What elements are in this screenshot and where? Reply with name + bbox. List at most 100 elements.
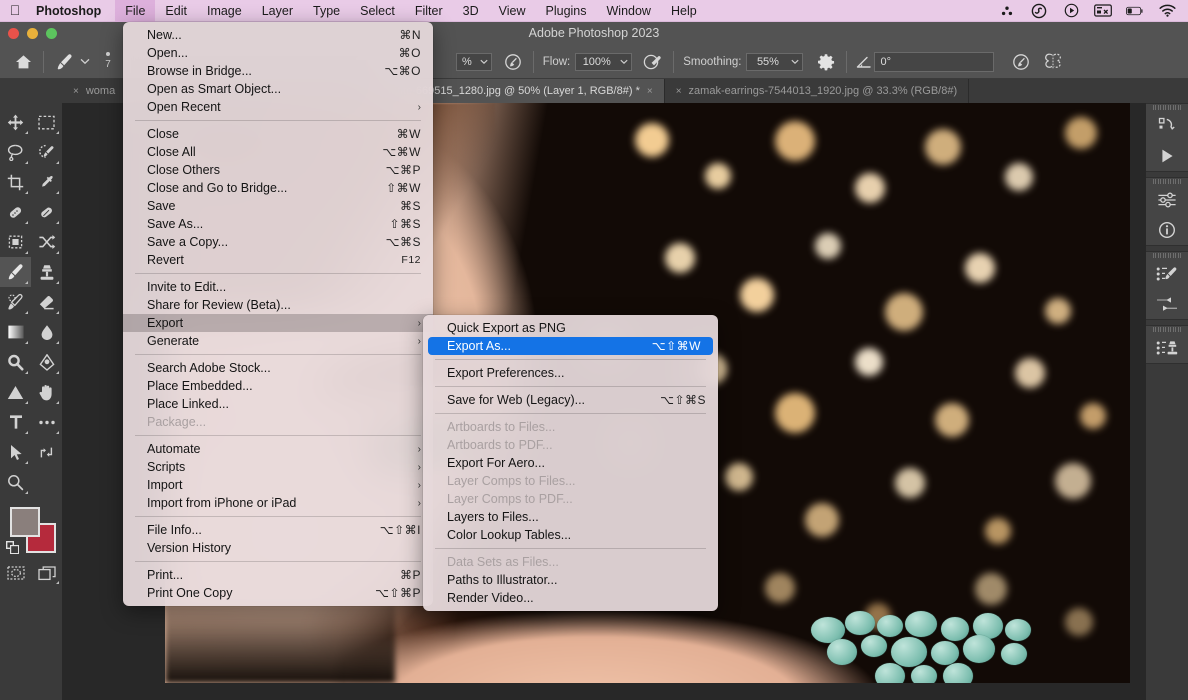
maximize-button[interactable] bbox=[46, 28, 57, 39]
menu-file[interactable]: File bbox=[115, 0, 156, 22]
menu-layer[interactable]: Layer bbox=[252, 0, 303, 22]
menu-item-paths-to-illustrator[interactable]: Paths to Illustrator... bbox=[423, 571, 718, 589]
close-icon[interactable]: × bbox=[676, 86, 682, 97]
menu-item-save-as[interactable]: Save As... ⇧⌘S bbox=[123, 215, 433, 233]
menu-item-export[interactable]: Export › bbox=[123, 314, 433, 332]
pen-tool[interactable] bbox=[31, 347, 62, 377]
menu-item-browse-in-bridge[interactable]: Browse in Bridge... ⌥⌘O bbox=[123, 62, 433, 80]
frame-tool[interactable] bbox=[0, 227, 31, 257]
menu-item-share-for-review[interactable]: Share for Review (Beta)... bbox=[123, 296, 433, 314]
opacity-value[interactable]: % bbox=[456, 52, 477, 71]
menu-item-open-as-smart-object[interactable]: Open as Smart Object... bbox=[123, 80, 433, 98]
menu-item-export-as[interactable]: Export As... ⌥⇧⌘W bbox=[428, 337, 713, 355]
crop-tool[interactable] bbox=[0, 167, 31, 197]
menu-item-file-info[interactable]: File Info... ⌥⇧⌘I bbox=[123, 521, 433, 539]
panel-grip[interactable] bbox=[1146, 178, 1188, 185]
brush-tool-icon[interactable] bbox=[51, 50, 77, 74]
eyedropper-tool[interactable] bbox=[31, 167, 62, 197]
menu-item-save-for-web-legacy[interactable]: Save for Web (Legacy)... ⌥⇧⌘S bbox=[423, 391, 718, 409]
history-brush-tool[interactable] bbox=[0, 287, 31, 317]
eraser-tool[interactable] bbox=[31, 287, 62, 317]
foreground-color-swatch[interactable] bbox=[10, 507, 40, 537]
path-selection-tool[interactable] bbox=[0, 437, 31, 467]
menu-item-print-one-copy[interactable]: Print One Copy ⌥⇧⌘P bbox=[123, 584, 433, 602]
clone-stamp-tool[interactable] bbox=[31, 257, 62, 287]
menu-type[interactable]: Type bbox=[303, 0, 350, 22]
zoom-tool[interactable] bbox=[0, 467, 31, 497]
brush-presets-icon[interactable] bbox=[1146, 289, 1188, 319]
symmetry-butterfly-icon[interactable] bbox=[1040, 50, 1066, 74]
spot-healing-brush-tool[interactable] bbox=[0, 197, 31, 227]
menu-help[interactable]: Help bbox=[661, 0, 707, 22]
pressure-opacity-icon[interactable] bbox=[500, 50, 526, 74]
menu-item-layers-to-files[interactable]: Layers to Files... bbox=[423, 508, 718, 526]
move-tool[interactable] bbox=[0, 107, 31, 137]
menu-item-search-adobe-stock[interactable]: Search Adobe Stock... bbox=[123, 359, 433, 377]
menu-item-generate[interactable]: Generate › bbox=[123, 332, 433, 350]
default-colors-icon[interactable] bbox=[31, 467, 62, 497]
brush-tool[interactable] bbox=[0, 257, 31, 287]
menu-item-save-a-copy[interactable]: Save a Copy... ⌥⌘S bbox=[123, 233, 433, 251]
creative-cloud-icon[interactable] bbox=[1030, 3, 1048, 19]
file-menu[interactable]: New... ⌘N Open... ⌘O Browse in Bridge... ⌥⌘… bbox=[123, 22, 433, 606]
menu-app-photoshop[interactable]: Photoshop bbox=[30, 0, 115, 22]
info-panel-icon[interactable] bbox=[1146, 215, 1188, 245]
brush-settings-icon[interactable] bbox=[1146, 259, 1188, 289]
apple-logo-icon[interactable]:  bbox=[0, 3, 30, 19]
menu-item-quick-export-as-png[interactable]: Quick Export as PNG bbox=[423, 319, 718, 337]
wifi-icon[interactable] bbox=[1158, 3, 1176, 19]
angle-value[interactable]: 0° bbox=[874, 51, 995, 72]
close-button[interactable] bbox=[8, 28, 19, 39]
menu-item-close-others[interactable]: Close Others ⌥⌘P bbox=[123, 161, 433, 179]
flow-value[interactable]: 100% bbox=[575, 52, 618, 71]
menu-item-automate[interactable]: Automate › bbox=[123, 440, 433, 458]
panel-grip[interactable] bbox=[1146, 326, 1188, 333]
menu-item-place-embedded[interactable]: Place Embedded... bbox=[123, 377, 433, 395]
triangle-shape-tool[interactable] bbox=[0, 377, 31, 407]
menu-item-close-all[interactable]: Close All ⌥⌘W bbox=[123, 143, 433, 161]
menu-filter[interactable]: Filter bbox=[405, 0, 453, 22]
lasso-tool[interactable] bbox=[0, 137, 31, 167]
menu-view[interactable]: View bbox=[489, 0, 536, 22]
screen-mode-icon[interactable] bbox=[31, 559, 62, 587]
blur-tool[interactable] bbox=[31, 317, 62, 347]
smoothing-caret-icon[interactable] bbox=[788, 52, 804, 71]
clone-source-icon[interactable] bbox=[1146, 333, 1188, 363]
menu-plugins[interactable]: Plugins bbox=[536, 0, 597, 22]
menu-window[interactable]: Window bbox=[597, 0, 661, 22]
swap-colors-icon[interactable] bbox=[31, 437, 62, 467]
menu-item-new[interactable]: New... ⌘N bbox=[123, 26, 433, 44]
battery-icon[interactable] bbox=[1126, 3, 1144, 19]
panel-grip[interactable] bbox=[1146, 252, 1188, 259]
hand-tool[interactable] bbox=[31, 377, 62, 407]
menu-item-color-lookup-tables[interactable]: Color Lookup Tables... bbox=[423, 526, 718, 544]
gear-icon[interactable] bbox=[813, 50, 839, 74]
menu-item-scripts[interactable]: Scripts › bbox=[123, 458, 433, 476]
menu-item-export-for-aero[interactable]: Export For Aero... bbox=[423, 454, 718, 472]
screen-record-icon[interactable] bbox=[1094, 3, 1112, 19]
dots-icon[interactable] bbox=[998, 3, 1016, 19]
menu-item-place-linked[interactable]: Place Linked... bbox=[123, 395, 433, 413]
object-selection-tool[interactable] bbox=[31, 137, 62, 167]
menu-3d[interactable]: 3D bbox=[453, 0, 489, 22]
play-circle-icon[interactable] bbox=[1062, 3, 1080, 19]
menu-item-render-video[interactable]: Render Video... bbox=[423, 589, 718, 607]
menu-item-close[interactable]: Close ⌘W bbox=[123, 125, 433, 143]
menu-item-import-from-iphone-or-ipad[interactable]: Import from iPhone or iPad › bbox=[123, 494, 433, 512]
menu-item-save[interactable]: Save ⌘S bbox=[123, 197, 433, 215]
adjustments-panel-icon[interactable] bbox=[1146, 185, 1188, 215]
default-colors-icon[interactable] bbox=[6, 541, 19, 554]
airbrush-icon[interactable] bbox=[640, 50, 666, 74]
actions-play-icon[interactable] bbox=[1146, 141, 1188, 171]
menu-edit[interactable]: Edit bbox=[155, 0, 197, 22]
export-submenu[interactable]: Quick Export as PNG Export As... ⌥⇧⌘W Exp… bbox=[423, 315, 718, 611]
menu-item-open-recent[interactable]: Open Recent › bbox=[123, 98, 433, 116]
smoothing-value[interactable]: 55% bbox=[746, 52, 789, 71]
close-icon[interactable]: × bbox=[73, 86, 79, 97]
menu-item-open[interactable]: Open... ⌘O bbox=[123, 44, 433, 62]
home-icon[interactable] bbox=[10, 50, 36, 74]
flow-caret-icon[interactable] bbox=[617, 52, 633, 71]
document-tab-woman[interactable]: × woma bbox=[62, 79, 128, 103]
shuffle-tool[interactable] bbox=[31, 227, 62, 257]
menu-select[interactable]: Select bbox=[350, 0, 405, 22]
